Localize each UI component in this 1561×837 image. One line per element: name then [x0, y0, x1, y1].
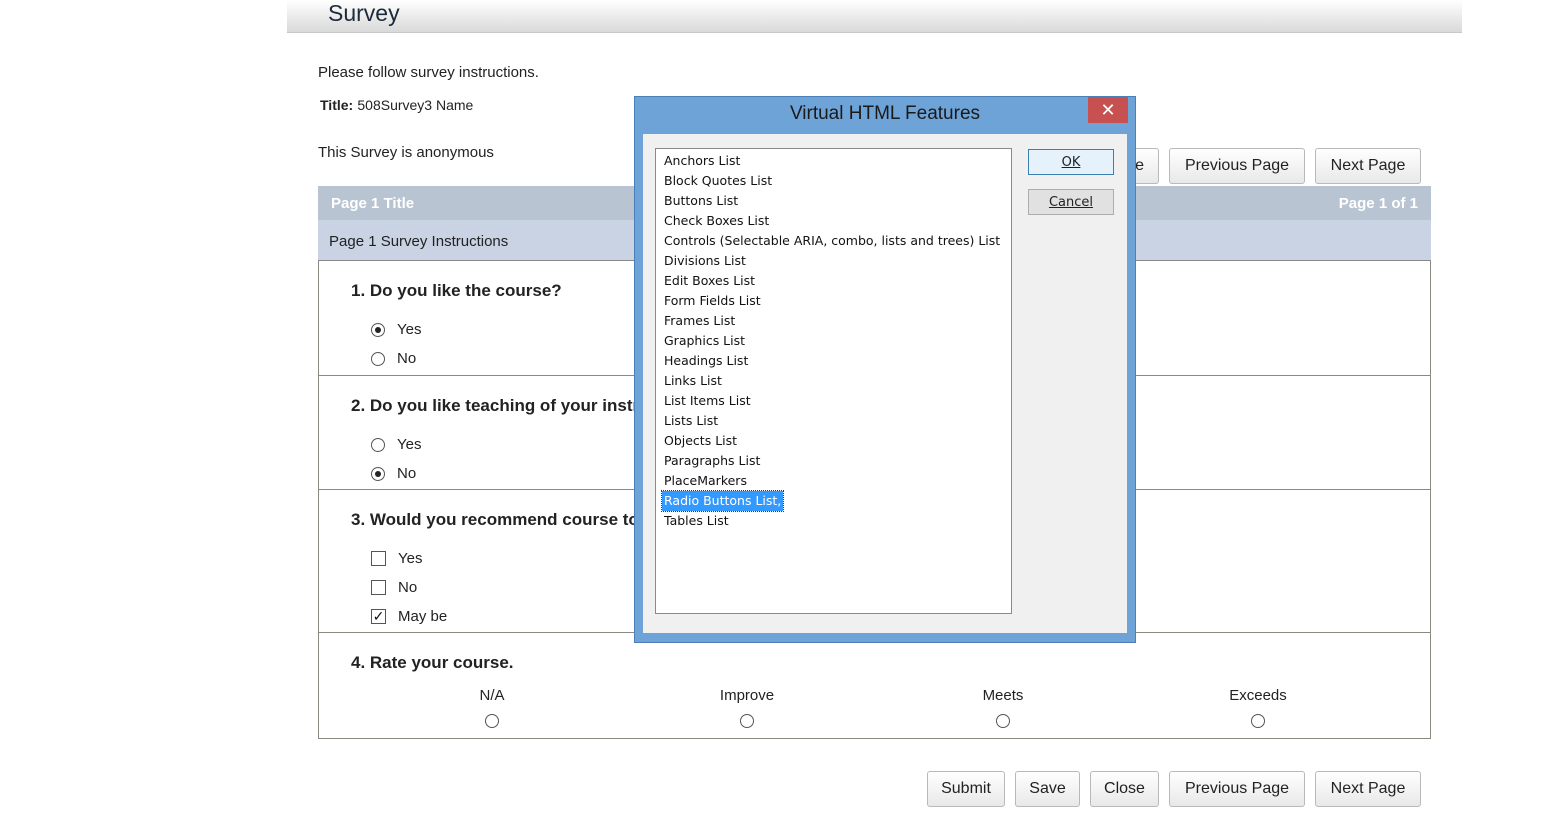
- cancel-button[interactable]: Cancel: [1028, 189, 1114, 215]
- top-previous-page-button[interactable]: Previous Page: [1169, 148, 1305, 184]
- question-2-text: 2. Do you like teaching of your instruc: [351, 396, 659, 415]
- option-label: May be: [398, 608, 448, 625]
- bottom-next-page-button[interactable]: Next Page: [1315, 771, 1421, 807]
- ok-button[interactable]: OK: [1028, 149, 1114, 175]
- checkbox-checked-icon[interactable]: ✓: [371, 609, 386, 624]
- rating-label: Meets: [982, 687, 1024, 704]
- dialog-body: Anchors List Block Quotes List Buttons Lis…: [643, 134, 1127, 633]
- close-icon[interactable]: ✕: [1088, 97, 1128, 123]
- radio-icon[interactable]: [1251, 714, 1265, 728]
- radio-checked-icon[interactable]: [371, 322, 385, 337]
- listbox-item[interactable]: PlaceMarkers: [662, 471, 749, 491]
- radio-icon[interactable]: [485, 714, 499, 728]
- rating-label: Exceeds: [1229, 687, 1287, 704]
- virtual-html-features-dialog: Virtual HTML Features ✕ Anchors List Bloc…: [634, 96, 1136, 643]
- question-3-option-maybe[interactable]: ✓ May be: [371, 608, 447, 625]
- question-3-text: 3. Would you recommend course to o: [351, 510, 654, 529]
- option-label: Yes: [398, 550, 423, 567]
- question-1-text: 1. Do you like the course?: [351, 281, 562, 300]
- anonymous-notice: This Survey is anonymous: [318, 144, 494, 161]
- header-bar: [287, 0, 1462, 33]
- rating-na[interactable]: N/A: [442, 687, 542, 728]
- listbox-item[interactable]: Frames List: [662, 311, 737, 331]
- checkbox-icon[interactable]: [371, 551, 386, 566]
- title-label: Title:: [320, 97, 354, 113]
- features-listbox[interactable]: Anchors List Block Quotes List Buttons Lis…: [655, 148, 1012, 614]
- option-label: Yes: [397, 321, 422, 338]
- radio-icon[interactable]: [371, 437, 385, 452]
- rating-label: N/A: [479, 687, 505, 704]
- listbox-item[interactable]: Objects List: [662, 431, 739, 451]
- radio-checked-icon[interactable]: [371, 466, 385, 481]
- radio-icon[interactable]: [996, 714, 1010, 728]
- close-button[interactable]: Close: [1090, 771, 1159, 807]
- page-title: Page 1 Title: [331, 195, 415, 212]
- question-2-option-yes[interactable]: Yes: [371, 436, 421, 453]
- listbox-item[interactable]: Check Boxes List: [662, 211, 771, 231]
- survey-title: Title: 508Survey3 Name: [320, 97, 473, 114]
- listbox-item[interactable]: Tables List: [662, 511, 731, 531]
- submit-button[interactable]: Submit: [927, 771, 1005, 807]
- rating-label: Improve: [719, 687, 775, 704]
- listbox-item[interactable]: Divisions List: [662, 251, 748, 271]
- listbox-item[interactable]: Graphics List: [662, 331, 747, 351]
- rating-exceeds[interactable]: Exceeds: [1208, 687, 1308, 728]
- listbox-item[interactable]: Block Quotes List: [662, 171, 774, 191]
- rating-improve[interactable]: Improve: [697, 687, 797, 728]
- title-value: 508Survey3 Name: [357, 97, 474, 113]
- dialog-title: Virtual HTML Features: [789, 103, 981, 124]
- listbox-item[interactable]: Radio Buttons List,: [660, 490, 785, 512]
- page-instructions: Page 1 Survey Instructions: [329, 233, 509, 250]
- listbox-item[interactable]: Buttons List: [662, 191, 740, 211]
- listbox-item[interactable]: List Items List: [662, 391, 753, 411]
- bottom-previous-page-button[interactable]: Previous Page: [1169, 771, 1305, 807]
- question-4: 4. Rate your course. N/A Improve Meets E…: [318, 632, 1431, 739]
- survey-instructions: Please follow survey instructions.: [318, 64, 539, 81]
- page-heading: Survey: [328, 0, 400, 26]
- radio-icon[interactable]: [371, 351, 385, 366]
- listbox-item[interactable]: Anchors List: [662, 151, 742, 171]
- question-4-text: 4. Rate your course.: [351, 653, 514, 672]
- radio-icon[interactable]: [740, 714, 754, 728]
- rating-meets[interactable]: Meets: [953, 687, 1053, 728]
- option-label: Yes: [397, 436, 422, 453]
- option-label: No: [398, 579, 418, 596]
- checkbox-icon[interactable]: [371, 580, 386, 595]
- question-1-option-no[interactable]: No: [371, 350, 416, 367]
- listbox-item[interactable]: Form Fields List: [662, 291, 763, 311]
- listbox-item[interactable]: Edit Boxes List: [662, 271, 757, 291]
- listbox-item[interactable]: Lists List: [662, 411, 720, 431]
- save-button[interactable]: Save: [1015, 771, 1080, 807]
- listbox-item[interactable]: Links List: [662, 371, 724, 391]
- page-counter: Page 1 of 1: [1338, 195, 1418, 212]
- listbox-item[interactable]: Headings List: [662, 351, 750, 371]
- listbox-item[interactable]: Paragraphs List: [662, 451, 762, 471]
- top-next-page-button[interactable]: Next Page: [1315, 148, 1421, 184]
- listbox-item[interactable]: Controls (Selectable ARIA, combo, lists …: [662, 231, 1002, 251]
- option-label: No: [397, 350, 417, 367]
- question-3-option-no[interactable]: No: [371, 579, 417, 596]
- question-3-option-yes[interactable]: Yes: [371, 550, 422, 567]
- question-2-option-no[interactable]: No: [371, 465, 416, 482]
- question-1-option-yes[interactable]: Yes: [371, 321, 421, 338]
- option-label: No: [397, 465, 417, 482]
